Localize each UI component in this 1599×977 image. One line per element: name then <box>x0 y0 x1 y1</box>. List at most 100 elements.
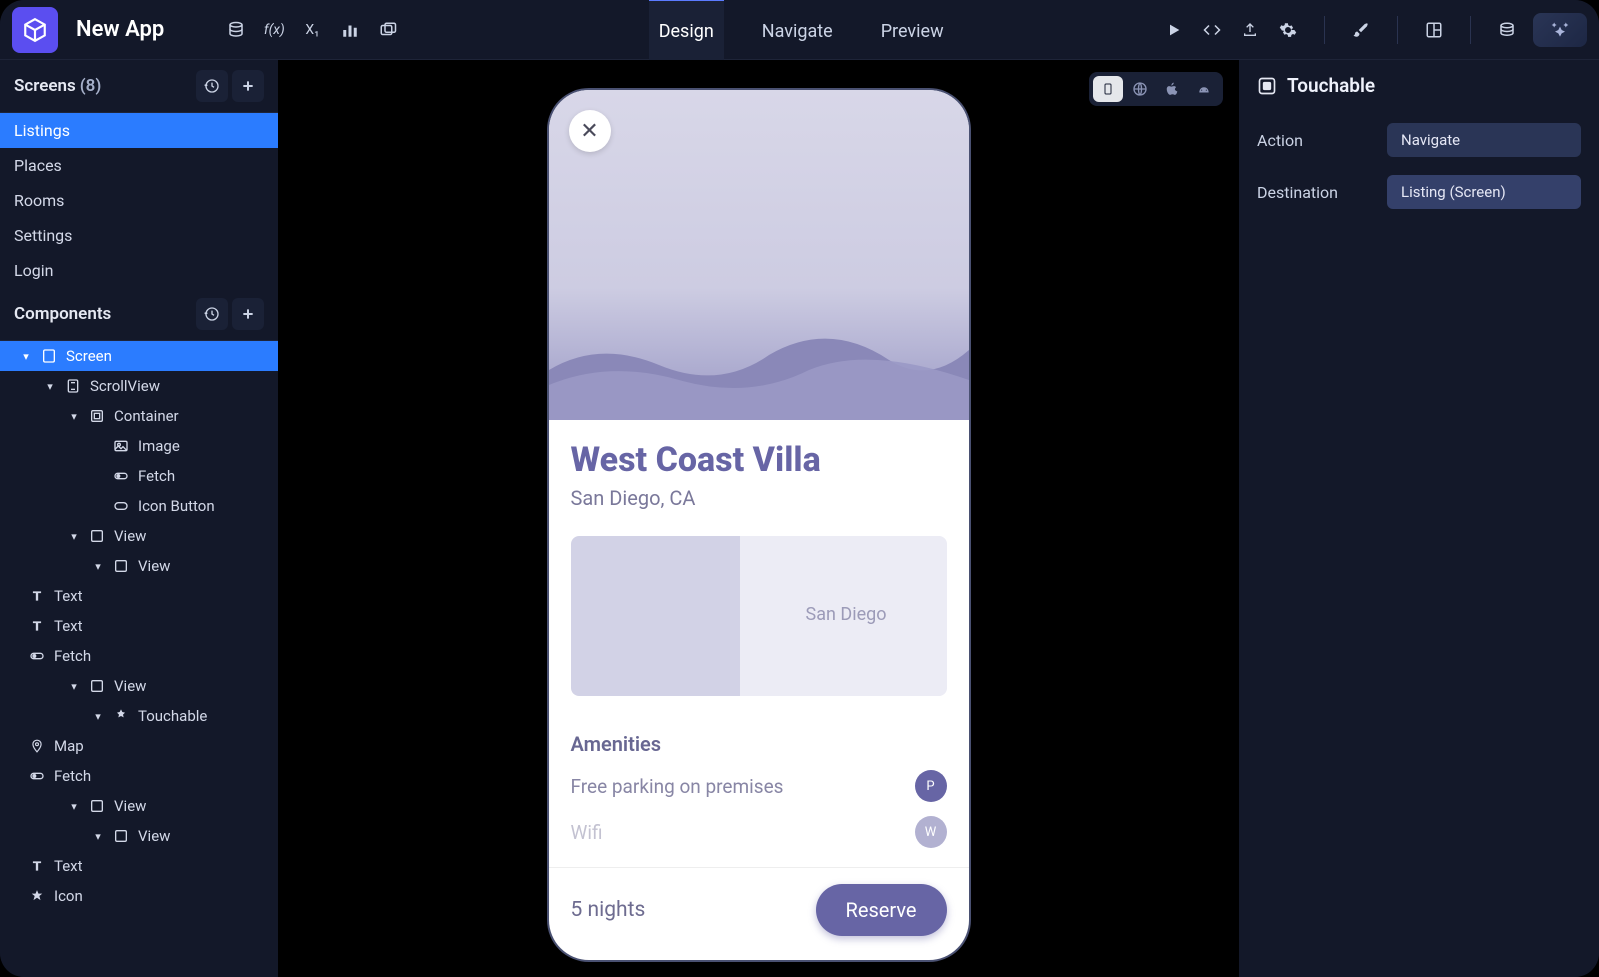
device-android-icon[interactable] <box>1189 76 1219 102</box>
tree-node-label: View <box>138 557 170 575</box>
stack-icon[interactable] <box>1495 18 1519 42</box>
phone-preview: ✕ West Coast Villa San Diego, CA San Die… <box>549 90 969 960</box>
tree-node-touchable[interactable]: ▾Touchable <box>0 701 278 731</box>
inspector-panel: Touchable ActionNavigate DestinationListi… <box>1239 60 1599 977</box>
divider <box>1324 16 1325 44</box>
tree-node-map[interactable]: Map <box>0 731 278 761</box>
tree-node-fetch[interactable]: Fetch <box>0 461 278 491</box>
tree-node-view[interactable]: ▾View <box>0 551 278 581</box>
container-icon <box>88 407 106 425</box>
device-apple-icon[interactable] <box>1157 76 1187 102</box>
function-icon[interactable]: f(x) <box>262 18 286 42</box>
add-component-icon[interactable] <box>232 298 264 330</box>
tree-node-label: View <box>114 527 146 545</box>
tree-node-icon-button[interactable]: Icon Button <box>0 491 278 521</box>
inspector-label: Action <box>1257 131 1387 150</box>
components-header: Components <box>0 288 278 341</box>
history-icon[interactable] <box>196 298 228 330</box>
screens-header: Screens (8) <box>0 60 278 113</box>
chart-icon[interactable] <box>338 18 362 42</box>
divider <box>1397 16 1398 44</box>
add-screen-icon[interactable] <box>232 70 264 102</box>
map-city-label: San Diego <box>806 604 887 625</box>
tree-node-icon[interactable]: Icon <box>0 881 278 911</box>
tree-node-label: Text <box>54 587 83 605</box>
app-logo[interactable] <box>12 7 58 53</box>
nights-label: 5 nights <box>571 898 646 922</box>
tab-navigate[interactable]: Navigate <box>752 0 843 62</box>
share-icon[interactable] <box>1238 18 1262 42</box>
view-icon <box>112 827 130 845</box>
device-switcher <box>1089 72 1223 106</box>
tree-node-label: Fetch <box>138 467 175 485</box>
screen-item-settings[interactable]: Settings <box>0 218 278 253</box>
tree-node-label: Text <box>54 617 83 635</box>
tree-node-text[interactable]: Text <box>0 851 278 881</box>
tree-node-label: Map <box>54 737 84 755</box>
tree-node-view[interactable]: ▾View <box>0 821 278 851</box>
tab-preview[interactable]: Preview <box>871 0 954 62</box>
phone-footer: 5 nights Reserve <box>549 867 969 960</box>
tree-node-label: View <box>138 827 170 845</box>
tree-node-container[interactable]: ▾Container <box>0 401 278 431</box>
device-mobile-icon[interactable] <box>1093 76 1123 102</box>
view-icon <box>88 527 106 545</box>
inspector-row-action: ActionNavigate <box>1257 123 1581 157</box>
screen-item-listings[interactable]: Listings <box>0 113 278 148</box>
tree-node-scrollview[interactable]: ▾ScrollView <box>0 371 278 401</box>
text-icon <box>28 617 46 635</box>
canvas[interactable]: ✕ West Coast Villa San Diego, CA San Die… <box>278 60 1239 977</box>
close-icon[interactable]: ✕ <box>569 110 611 152</box>
toolbar-left: f(x) X₁ <box>224 18 400 42</box>
screens-count: (8) <box>80 76 102 96</box>
amenity-row: Wifi W <box>571 816 947 848</box>
magic-button[interactable] <box>1533 13 1587 47</box>
tab-design[interactable]: Design <box>649 0 724 62</box>
amenity-row: Free parking on premises P <box>571 770 947 802</box>
view-icon <box>88 677 106 695</box>
amenities-title: Amenities <box>571 732 947 756</box>
reserve-button[interactable]: Reserve <box>816 884 947 936</box>
variable-icon[interactable]: X₁ <box>300 18 324 42</box>
inspector-title: Touchable <box>1287 74 1375 97</box>
database-icon[interactable] <box>224 18 248 42</box>
tree-node-text[interactable]: Text <box>0 581 278 611</box>
windows-icon[interactable] <box>376 18 400 42</box>
tree-node-image[interactable]: Image <box>0 431 278 461</box>
view-icon <box>112 557 130 575</box>
left-sidebar: Screens (8) ListingsPlacesRoomsSettingsL… <box>0 60 278 977</box>
gear-icon[interactable] <box>1276 18 1300 42</box>
tree-node-fetch[interactable]: Fetch <box>0 641 278 671</box>
inspector-row-destination: DestinationListing (Screen) <box>1257 175 1581 209</box>
touch-icon <box>112 707 130 725</box>
tree-node-label: Fetch <box>54 767 91 785</box>
tree-node-text[interactable]: Text <box>0 611 278 641</box>
scroll-icon <box>64 377 82 395</box>
history-icon[interactable] <box>196 70 228 102</box>
tree-node-screen[interactable]: ▾Screen <box>0 341 278 371</box>
fetch-icon <box>112 467 130 485</box>
inspector-value-action[interactable]: Navigate <box>1387 123 1581 157</box>
components-title: Components <box>14 304 111 324</box>
play-icon[interactable] <box>1162 18 1186 42</box>
layout-icon[interactable] <box>1422 18 1446 42</box>
tree-node-fetch[interactable]: Fetch <box>0 761 278 791</box>
inspector-value-destination[interactable]: Listing (Screen) <box>1387 175 1581 209</box>
brush-icon[interactable] <box>1349 18 1373 42</box>
tree-node-view[interactable]: ▾View <box>0 671 278 701</box>
tree-node-label: Container <box>114 407 179 425</box>
screen-icon <box>40 347 58 365</box>
hero-image: ✕ <box>549 90 969 420</box>
device-web-icon[interactable] <box>1125 76 1155 102</box>
screen-item-rooms[interactable]: Rooms <box>0 183 278 218</box>
code-icon[interactable] <box>1200 18 1224 42</box>
screen-item-places[interactable]: Places <box>0 148 278 183</box>
map-preview[interactable]: San Diego <box>571 536 947 696</box>
listing-title: West Coast Villa <box>571 440 947 480</box>
tree-node-view[interactable]: ▾View <box>0 791 278 821</box>
tree-node-view[interactable]: ▾View <box>0 521 278 551</box>
tree-node-label: Image <box>138 437 180 455</box>
map-icon <box>28 737 46 755</box>
screen-item-login[interactable]: Login <box>0 253 278 288</box>
tree-node-label: Touchable <box>138 707 207 725</box>
